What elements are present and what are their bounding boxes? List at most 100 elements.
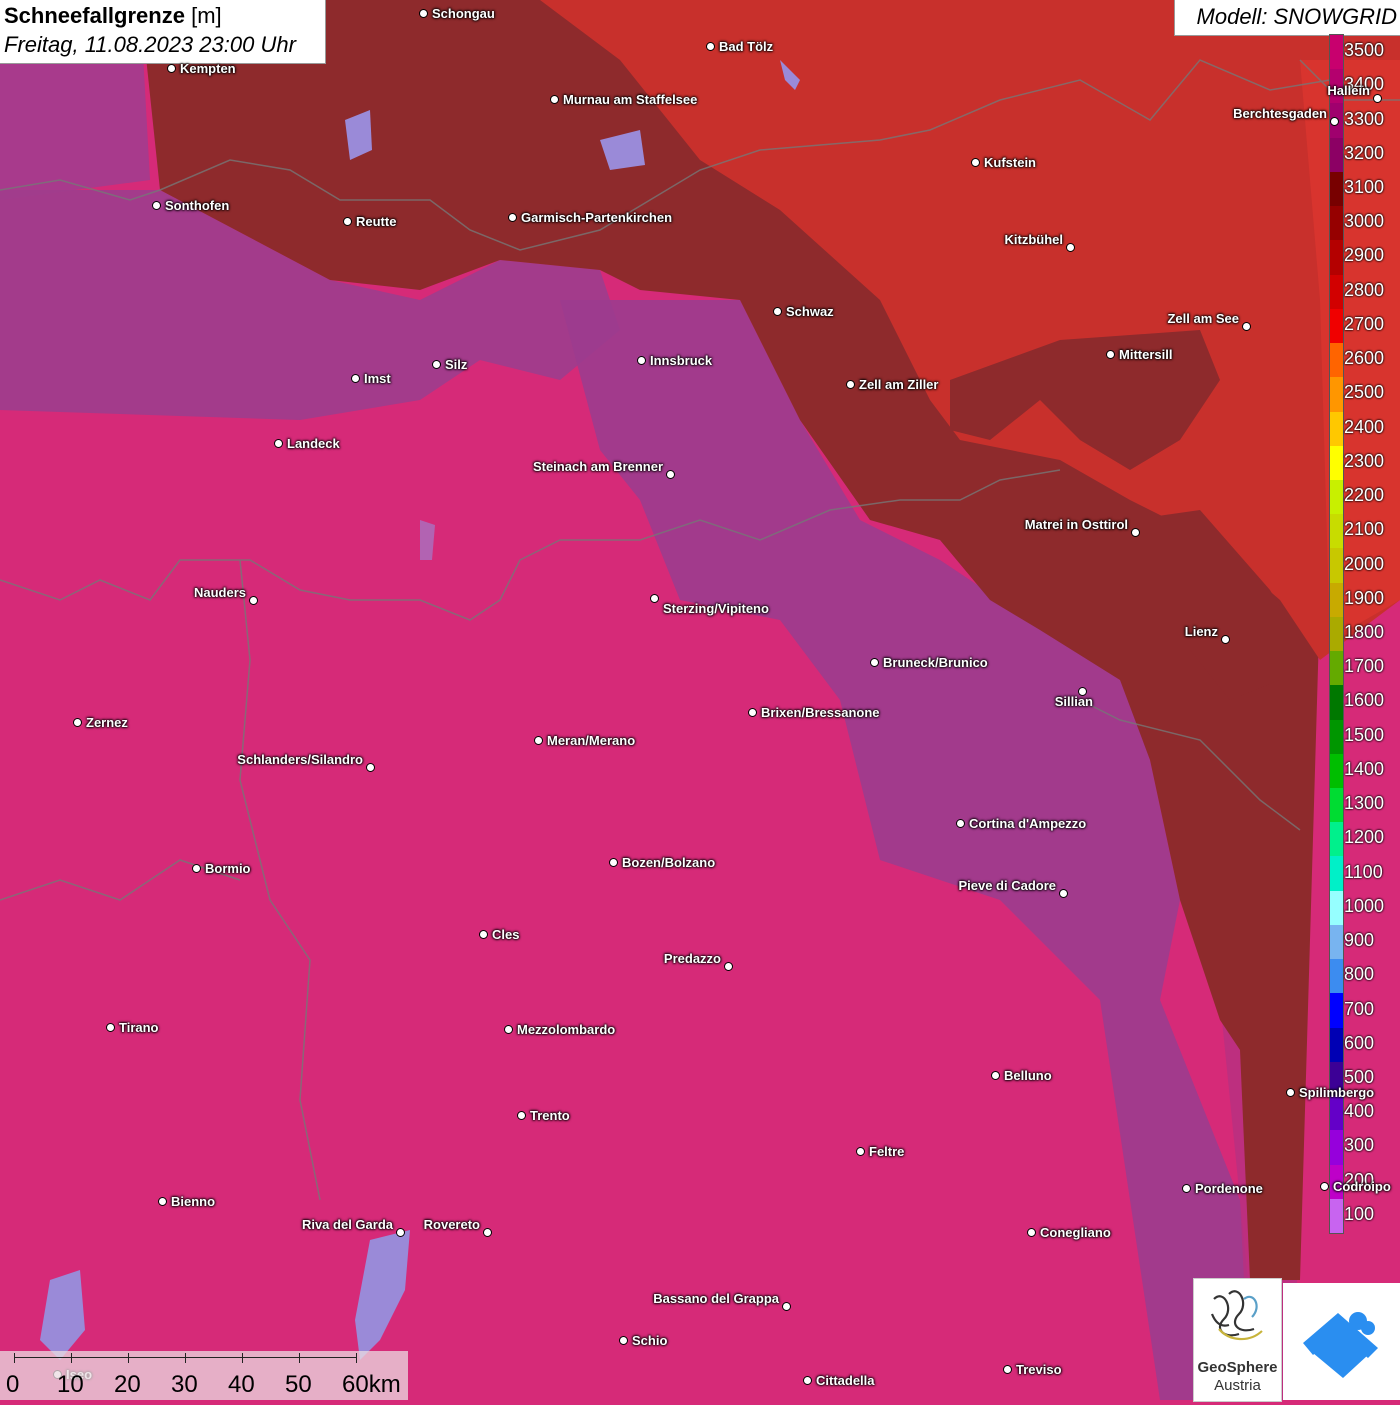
city-label[interactable]: Kitzbühel [1005,232,1064,247]
city-label[interactable]: Sterzing/Vipiteno [663,601,769,616]
city-marker[interactable] [1003,1365,1012,1374]
city-marker[interactable] [1027,1228,1036,1237]
city-marker[interactable] [1066,243,1075,252]
city-marker[interactable] [106,1023,115,1032]
city-marker[interactable] [274,439,283,448]
city-marker[interactable] [1320,1182,1329,1191]
city-marker[interactable] [782,1302,791,1311]
city-label[interactable]: Brixen/Bressanone [761,705,880,720]
city-label[interactable]: Pieve di Cadore [958,878,1056,893]
city-label[interactable]: Sillian [1055,694,1093,709]
city-label[interactable]: Zell am Ziller [859,377,938,392]
city-marker[interactable] [991,1071,1000,1080]
city-label[interactable]: Predazzo [664,951,721,966]
city-label[interactable]: Murnau am Staffelsee [563,92,697,107]
city-label[interactable]: Bienno [171,1194,215,1209]
city-marker[interactable] [724,962,733,971]
city-marker[interactable] [158,1197,167,1206]
city-marker[interactable] [167,64,176,73]
city-label[interactable]: Nauders [194,585,246,600]
city-label[interactable]: Rovereto [424,1217,480,1232]
city-label[interactable]: Kempten [180,61,236,76]
city-label[interactable]: Berchtesgaden [1233,106,1327,121]
city-label[interactable]: Cortina d'Ampezzo [969,816,1086,831]
city-marker[interactable] [609,858,618,867]
geosphere-logo[interactable]: GeoSphere Austria [1193,1278,1282,1402]
city-marker[interactable] [1242,322,1251,331]
city-marker[interactable] [1059,889,1068,898]
city-marker[interactable] [1182,1184,1191,1193]
city-marker[interactable] [432,360,441,369]
app-logo[interactable] [1283,1283,1400,1400]
city-marker[interactable] [1221,635,1230,644]
city-marker[interactable] [517,1111,526,1120]
city-label[interactable]: Bad Tölz [719,39,773,54]
city-marker[interactable] [192,864,201,873]
city-label[interactable]: Reutte [356,214,396,229]
city-marker[interactable] [1286,1088,1295,1097]
city-label[interactable]: Bassano del Grappa [653,1291,779,1306]
city-label[interactable]: Silz [445,357,467,372]
city-label[interactable]: Tirano [119,1020,159,1035]
city-marker[interactable] [479,930,488,939]
city-marker[interactable] [637,356,646,365]
city-label[interactable]: Landeck [287,436,340,451]
city-label[interactable]: Bruneck/Brunico [883,655,988,670]
city-label[interactable]: Trento [530,1108,570,1123]
city-marker[interactable] [534,736,543,745]
city-label[interactable]: Garmisch-Partenkirchen [521,210,672,225]
city-marker[interactable] [366,763,375,772]
city-marker[interactable] [73,718,82,727]
city-marker[interactable] [856,1147,865,1156]
city-marker[interactable] [419,9,428,18]
city-marker[interactable] [971,158,980,167]
city-label[interactable]: Zell am See [1167,311,1239,326]
city-label[interactable]: Schongau [432,6,495,21]
city-label[interactable]: Kufstein [984,155,1036,170]
city-marker[interactable] [619,1336,628,1345]
city-label[interactable]: Cittadella [816,1373,875,1388]
city-marker[interactable] [550,95,559,104]
city-marker[interactable] [773,307,782,316]
city-label[interactable]: Imst [364,371,391,386]
city-label[interactable]: Sonthofen [165,198,229,213]
city-label[interactable]: Matrei in Osttirol [1025,517,1128,532]
city-marker[interactable] [1373,94,1382,103]
city-label[interactable]: Schlanders/Silandro [237,752,363,767]
city-label[interactable]: Zernez [86,715,128,730]
city-label[interactable]: Bormio [205,861,251,876]
city-label[interactable]: Belluno [1004,1068,1052,1083]
city-marker[interactable] [846,380,855,389]
city-label[interactable]: Schwaz [786,304,834,319]
city-label[interactable]: Treviso [1016,1362,1062,1377]
city-label[interactable]: Hallein [1327,83,1370,98]
city-label[interactable]: Mezzolombardo [517,1022,615,1037]
city-marker[interactable] [1131,528,1140,537]
city-marker[interactable] [483,1228,492,1237]
city-label[interactable]: Innsbruck [650,353,712,368]
city-marker[interactable] [508,213,517,222]
city-marker[interactable] [1330,117,1339,126]
city-label[interactable]: Steinach am Brenner [533,459,663,474]
city-marker[interactable] [803,1376,812,1385]
city-label[interactable]: Bozen/Bolzano [622,855,715,870]
city-label[interactable]: Schio [632,1333,667,1348]
city-marker[interactable] [956,819,965,828]
city-label[interactable]: Codroipo [1333,1179,1391,1194]
city-marker[interactable] [396,1228,405,1237]
city-marker[interactable] [870,658,879,667]
city-marker[interactable] [351,374,360,383]
city-marker[interactable] [1106,350,1115,359]
city-marker[interactable] [650,594,659,603]
city-label[interactable]: Lienz [1185,624,1218,639]
city-label[interactable]: Spilimbergo [1299,1085,1374,1100]
city-label[interactable]: Feltre [869,1144,904,1159]
city-label[interactable]: Mittersill [1119,347,1172,362]
city-label[interactable]: Meran/Merano [547,733,635,748]
city-label[interactable]: Cles [492,927,519,942]
city-marker[interactable] [748,708,757,717]
city-marker[interactable] [706,42,715,51]
city-marker[interactable] [666,470,675,479]
city-marker[interactable] [504,1025,513,1034]
city-label[interactable]: Riva del Garda [302,1217,393,1232]
